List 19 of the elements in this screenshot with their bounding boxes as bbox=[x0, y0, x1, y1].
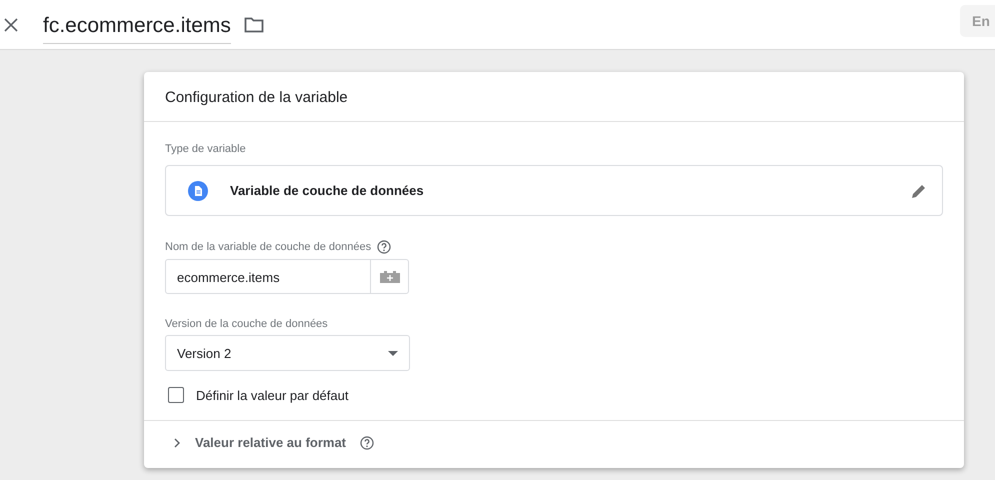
version-dropdown[interactable]: Version 2 bbox=[165, 335, 410, 371]
checkbox[interactable] bbox=[168, 387, 184, 403]
variable-name-field[interactable]: fc.ecommerce.items bbox=[43, 6, 231, 44]
field-label: Type de variable bbox=[165, 143, 246, 155]
close-icon[interactable] bbox=[4, 18, 18, 32]
variable-name-input[interactable]: ecommerce.items bbox=[165, 259, 409, 294]
document-icon bbox=[188, 180, 208, 200]
checkbox-label: Définir la valeur par défaut bbox=[196, 388, 348, 402]
folder-icon[interactable] bbox=[244, 16, 264, 34]
field-label: Nom de la variable de couche de données bbox=[165, 241, 372, 253]
variable-type-selector[interactable]: Variable de couche de données bbox=[165, 165, 943, 216]
help-icon[interactable] bbox=[360, 436, 374, 450]
field-label: Version de la couche de données bbox=[165, 318, 328, 330]
section-toggle[interactable]: Valeur relative au format bbox=[195, 435, 346, 450]
dropdown-arrow-icon bbox=[388, 350, 398, 356]
help-icon[interactable] bbox=[377, 240, 392, 254]
chevron-icon[interactable] bbox=[173, 438, 181, 448]
card-title: Configuration de la variable bbox=[165, 89, 348, 106]
variable-picker-icon[interactable] bbox=[378, 270, 400, 284]
